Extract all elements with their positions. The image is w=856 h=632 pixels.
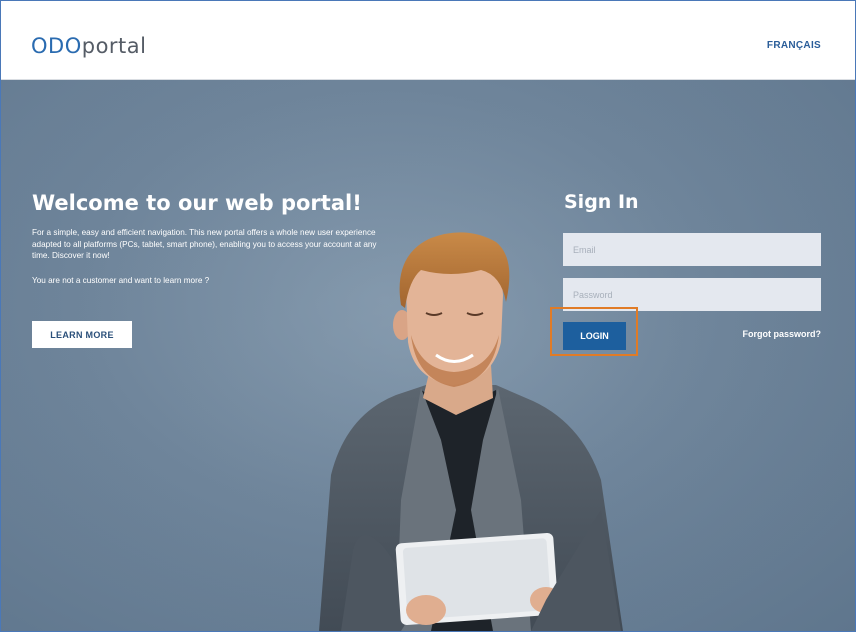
forgot-password-link[interactable]: Forgot password? — [743, 329, 822, 339]
logo-odo-text: ODO — [31, 34, 82, 58]
logo-portal-text: portal — [81, 34, 147, 58]
login-button[interactable]: LOGIN — [563, 322, 626, 350]
language-switch-link[interactable]: FRANÇAIS — [767, 40, 821, 51]
site-header: ODOportal FRANÇAIS — [1, 1, 855, 80]
learn-more-button[interactable]: LEARN MORE — [32, 321, 132, 348]
welcome-title: Welcome to our web portal! — [32, 191, 362, 215]
email-field[interactable] — [563, 233, 821, 266]
welcome-subtext: You are not a customer and want to learn… — [32, 276, 210, 285]
browser-frame: ODOportal FRANÇAIS Welcome to our web po… — [0, 0, 856, 632]
welcome-description: For a simple, easy and efficient navigat… — [32, 228, 377, 260]
sign-in-title: Sign In — [564, 191, 639, 213]
odoportal-logo[interactable]: ODOportal — [31, 36, 146, 57]
hero-section: Welcome to our web portal! For a simple,… — [1, 80, 855, 631]
hero-person-image — [1, 80, 855, 631]
